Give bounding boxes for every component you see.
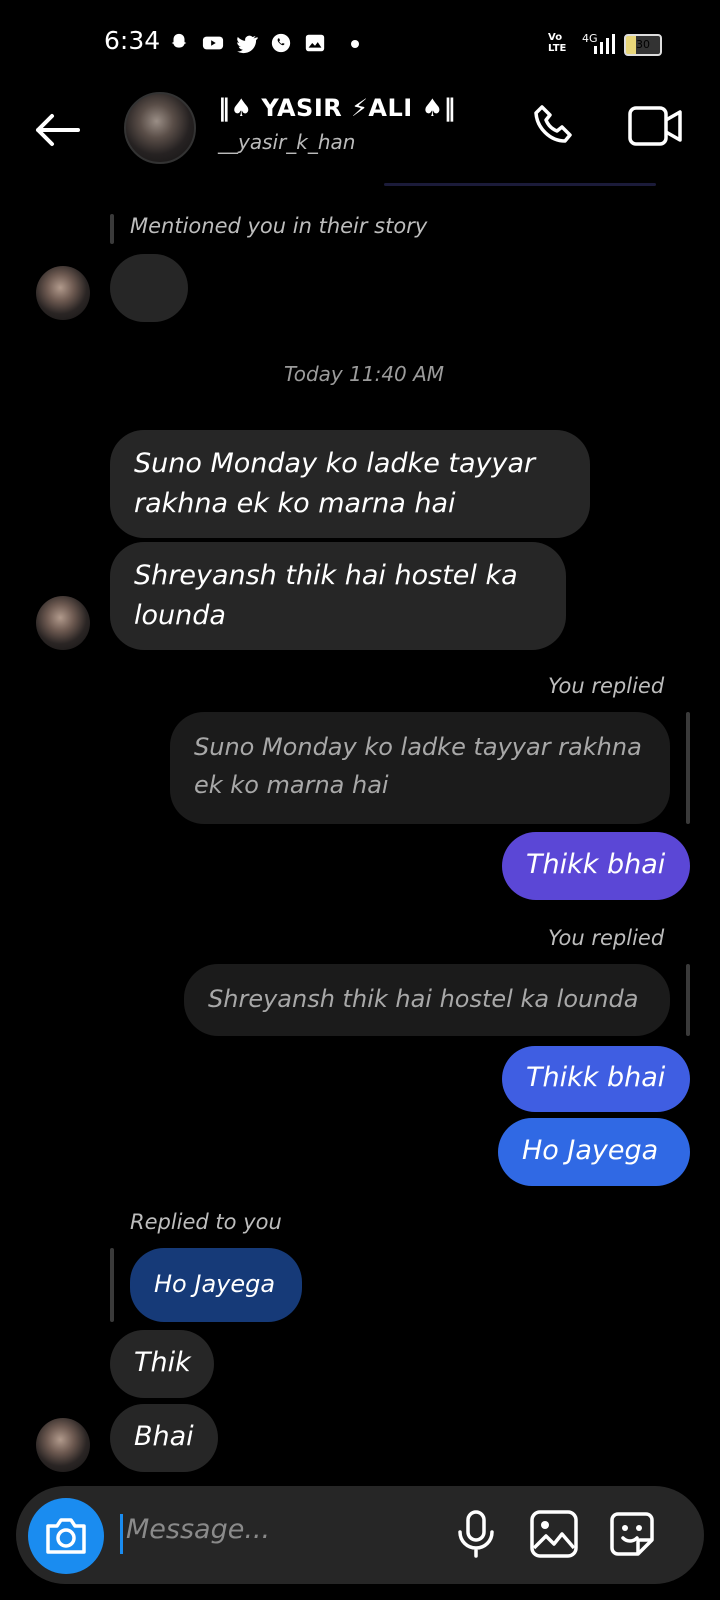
story-preview-edge: [384, 183, 656, 186]
sender-avatar[interactable]: [36, 596, 90, 650]
you-replied-label: You replied: [548, 674, 665, 698]
reply-quote-bubble[interactable]: Ho Jayega: [130, 1248, 302, 1322]
contact-name[interactable]: ‖♠ YASIR ⚡ALI ♠‖: [218, 94, 456, 122]
dot-icon: [351, 40, 359, 48]
sticker-icon[interactable]: [606, 1508, 658, 1560]
story-mention-bubble[interactable]: [110, 254, 188, 322]
outgoing-message[interactable]: Ho Jayega: [498, 1118, 690, 1186]
status-time: 6:34: [104, 26, 161, 55]
gallery-icon: [305, 34, 325, 52]
incoming-message[interactable]: Bhai: [110, 1404, 218, 1472]
signal-icon: [594, 34, 615, 54]
snapchat-icon: [171, 33, 187, 48]
camera-button[interactable]: [28, 1498, 104, 1574]
reply-bar: [686, 964, 690, 1036]
you-replied-label: You replied: [548, 926, 665, 950]
contact-username[interactable]: __yasir_k_han: [218, 130, 355, 154]
youtube-icon: [202, 36, 224, 50]
incoming-message[interactable]: Suno Monday ko ladke tayyar rakhna ek ko…: [110, 430, 590, 538]
profile-avatar[interactable]: [124, 92, 196, 164]
reply-bar: [686, 712, 690, 824]
message-input[interactable]: Message...: [126, 1514, 270, 1545]
outgoing-message[interactable]: Thikk bhai: [502, 832, 690, 900]
camera-icon: [46, 1518, 86, 1554]
story-mention-label: Mentioned you in their story: [130, 214, 428, 238]
phone-call-icon[interactable]: [528, 102, 576, 150]
whatsapp-icon: [271, 33, 291, 53]
back-arrow-icon[interactable]: [32, 112, 80, 148]
quoted-message[interactable]: Shreyansh thik hai hostel ka lounda: [184, 964, 670, 1036]
sender-avatar[interactable]: [36, 1418, 90, 1472]
mention-bar: [110, 214, 114, 244]
battery-indicator: 30: [624, 34, 662, 56]
outgoing-message[interactable]: Thikk bhai: [502, 1046, 690, 1112]
volte-indicator: Vo LTE: [548, 32, 567, 54]
reply-bar: [110, 1248, 114, 1322]
quoted-message[interactable]: Suno Monday ko ladke tayyar rakhna ek ko…: [170, 712, 670, 824]
image-gallery-icon[interactable]: [528, 1508, 580, 1560]
incoming-message[interactable]: Shreyansh thik hai hostel ka lounda: [110, 542, 566, 650]
text-cursor: [120, 1514, 123, 1554]
twitter-icon: [236, 35, 258, 54]
microphone-icon[interactable]: [450, 1508, 502, 1560]
incoming-message[interactable]: Thik: [110, 1330, 214, 1398]
replied-to-you-label: Replied to you: [130, 1210, 282, 1234]
sender-avatar[interactable]: [36, 266, 90, 320]
video-call-icon[interactable]: [628, 104, 682, 148]
message-timestamp: Today 11:40 AM: [284, 362, 445, 386]
